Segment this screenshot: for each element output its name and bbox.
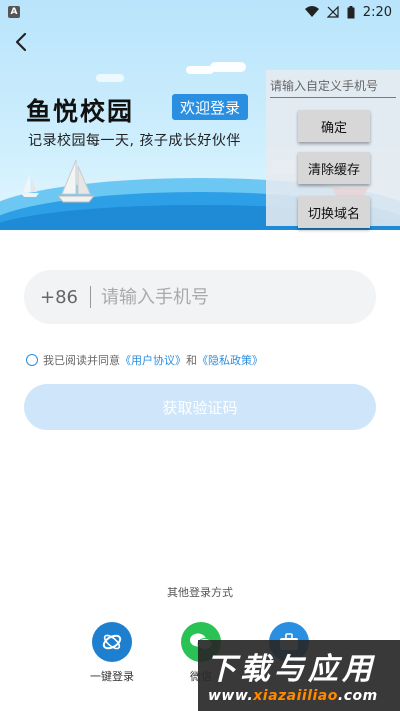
slogan: 记录校园每一天, 孩子成长好伙伴 bbox=[28, 133, 241, 149]
watermark-title: 下载与应用 bbox=[206, 652, 376, 687]
cloud bbox=[210, 62, 246, 72]
brand-title: 鱼悦校园 bbox=[26, 97, 135, 126]
one-click-login-option[interactable]: 一键登录 bbox=[72, 622, 152, 684]
agreement-row: 我已阅读并同意 《用户协议》 和 《隐私政策》 bbox=[26, 352, 263, 368]
login-screen: A 2:20 鱼悦校园 欢迎登录 记录校园每一天, 孩子成长好伙伴 确定 清除缓… bbox=[0, 0, 400, 711]
user-agreement-link[interactable]: 《用户协议》 bbox=[120, 352, 186, 368]
other-login-title: 其他登录方式 bbox=[167, 586, 233, 599]
signal-icon bbox=[326, 6, 339, 18]
confirm-button[interactable]: 确定 bbox=[298, 110, 370, 142]
get-code-button[interactable]: 获取验证码 bbox=[24, 384, 376, 430]
agree-radio[interactable] bbox=[26, 354, 38, 366]
phone-field[interactable]: +86 bbox=[24, 270, 376, 324]
switch-domain-button[interactable]: 切换域名 bbox=[298, 196, 370, 228]
watermark-url: www.xiazaiiliao.com bbox=[208, 688, 378, 704]
debug-panel: 确定 清除缓存 切换域名 bbox=[266, 70, 400, 228]
app-notification-icon: A bbox=[8, 6, 20, 18]
clear-cache-button[interactable]: 清除缓存 bbox=[298, 152, 370, 184]
watermark-url-prefix: www. bbox=[208, 688, 254, 704]
divider bbox=[90, 286, 91, 308]
phone-input[interactable] bbox=[101, 286, 376, 308]
back-arrow-icon[interactable] bbox=[10, 30, 34, 54]
agree-and: 和 bbox=[186, 354, 197, 367]
china-mobile-icon[interactable] bbox=[92, 622, 132, 662]
watermark: 下载与应用 www.xiazaiiliao.com bbox=[198, 640, 400, 711]
sailboat-large bbox=[56, 159, 96, 203]
custom-phone-input[interactable] bbox=[270, 74, 396, 98]
agree-prefix: 我已阅读并同意 bbox=[43, 354, 120, 367]
option-label: 一键登录 bbox=[90, 670, 134, 683]
watermark-url-main: xiazaiiliao bbox=[253, 688, 338, 704]
watermark-url-suffix: .com bbox=[337, 688, 378, 704]
privacy-policy-link[interactable]: 《隐私政策》 bbox=[197, 352, 263, 368]
status-bar: A 2:20 bbox=[0, 0, 400, 24]
welcome-badge: 欢迎登录 bbox=[172, 94, 249, 120]
cloud bbox=[96, 74, 124, 82]
cloud bbox=[186, 66, 214, 74]
wifi-icon bbox=[304, 6, 319, 17]
sailboat-small bbox=[21, 174, 39, 197]
battery-icon bbox=[347, 5, 355, 18]
clock: 2:20 bbox=[362, 4, 392, 20]
country-code[interactable]: +86 bbox=[40, 287, 78, 308]
